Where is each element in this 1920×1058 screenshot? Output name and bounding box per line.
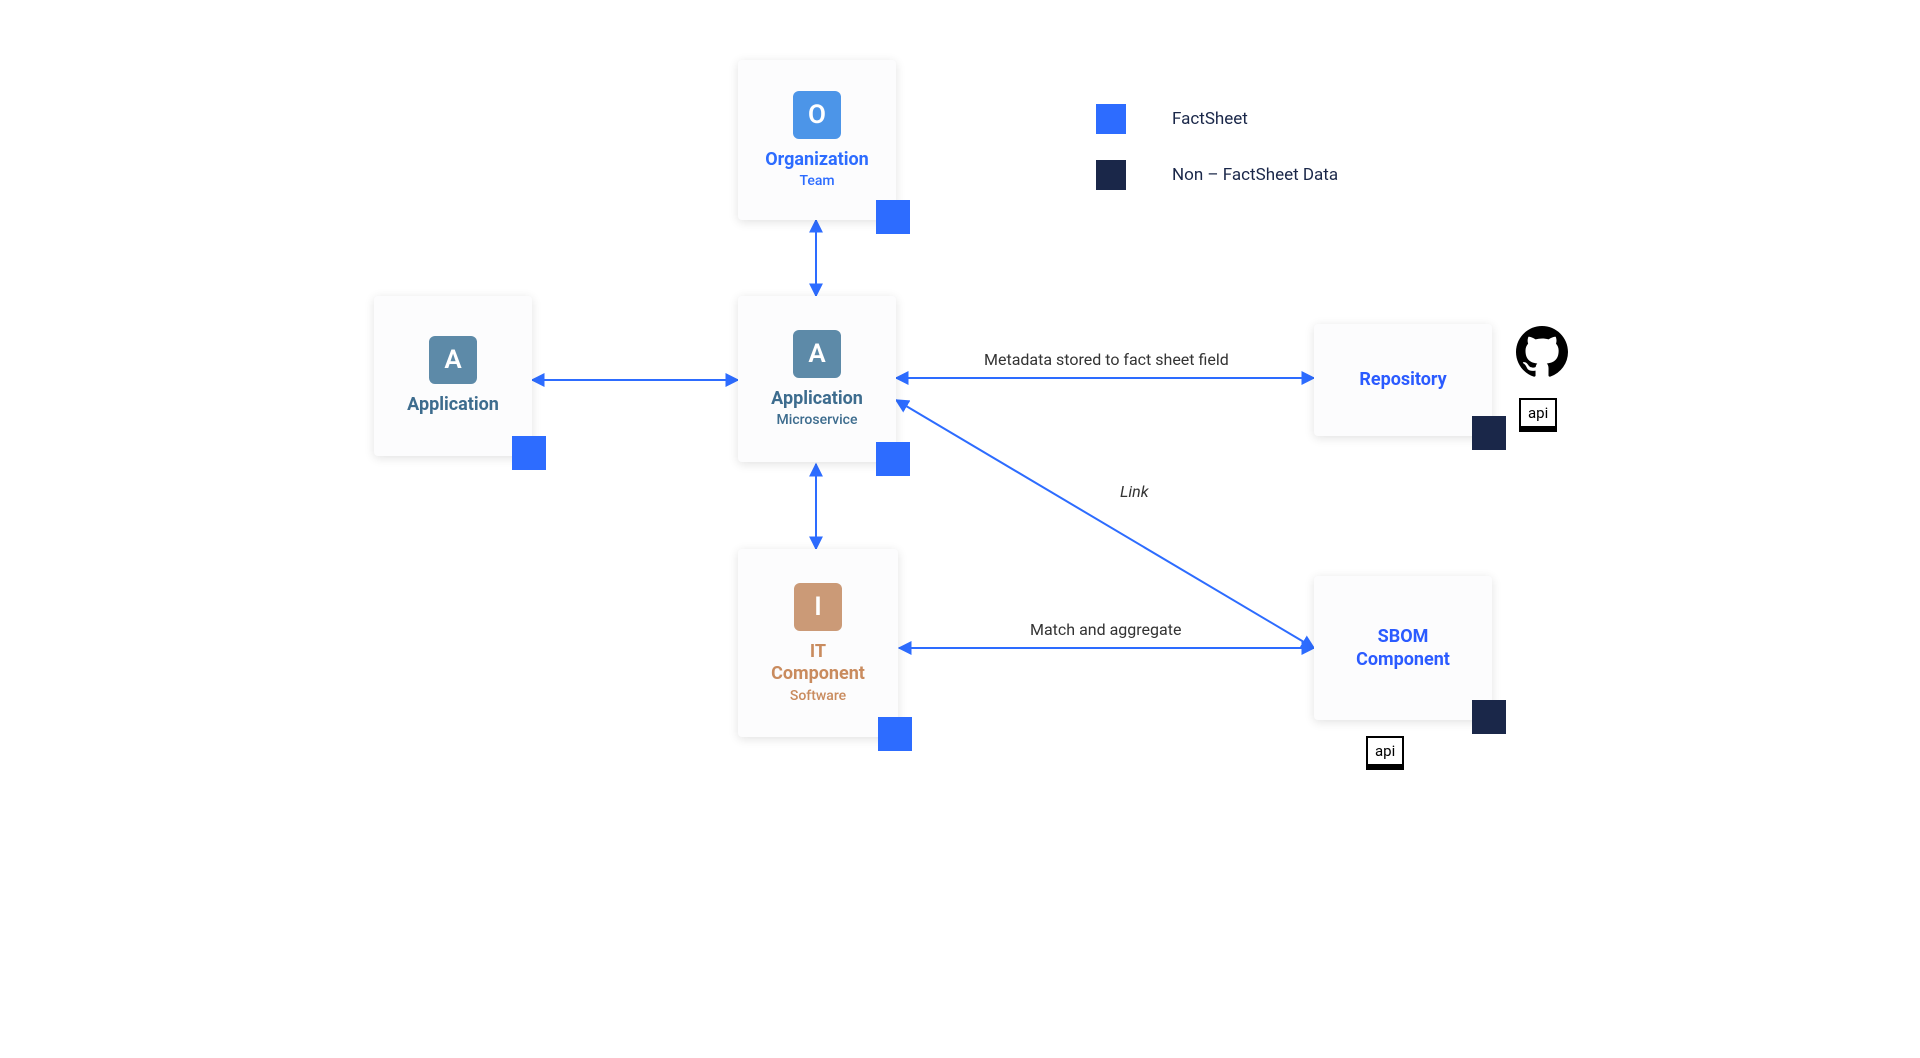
legend-nonfactsheet-swatch (1096, 160, 1126, 190)
node-it-component: I ITComponent Software (738, 549, 898, 737)
architecture-diagram: Metadata stored to fact sheet field Link… (240, 0, 1680, 800)
application-center-type-factsheet (876, 442, 910, 476)
repository-type-nonfactsheet (1472, 416, 1506, 450)
application-center-subtitle: Microservice (777, 412, 858, 428)
api-badge-repository: api (1519, 398, 1557, 432)
github-icon (1516, 326, 1568, 382)
legend: FactSheet Non – FactSheet Data (1096, 104, 1338, 216)
it-component-icon: I (794, 583, 842, 631)
it-component-subtitle: Software (790, 688, 846, 704)
it-component-type-factsheet (878, 717, 912, 751)
organization-title: Organization (765, 149, 869, 172)
sbom-component-type-nonfactsheet (1472, 700, 1506, 734)
application-left-icon: A (429, 336, 477, 384)
node-application-center: A Application Microservice (738, 296, 896, 462)
application-left-type-factsheet (512, 436, 546, 470)
edge-label-match: Match and aggregate (1030, 620, 1181, 639)
legend-nonfactsheet-label: Non – FactSheet Data (1172, 165, 1338, 185)
application-center-icon: A (793, 330, 841, 378)
sbom-component-title: SBOMComponent (1356, 625, 1450, 672)
edge-label-link: Link (1120, 482, 1149, 501)
node-repository: Repository (1314, 324, 1492, 436)
legend-factsheet: FactSheet (1096, 104, 1338, 134)
repository-title: Repository (1359, 369, 1446, 392)
node-organization: O Organization Team (738, 60, 896, 220)
organization-type-factsheet (876, 200, 910, 234)
node-sbom-component: SBOMComponent (1314, 576, 1492, 720)
organization-subtitle: Team (799, 173, 834, 189)
legend-factsheet-swatch (1096, 104, 1126, 134)
application-left-title: Application (407, 394, 499, 417)
node-application-left: A Application (374, 296, 532, 456)
edge-label-metadata: Metadata stored to fact sheet field (984, 350, 1229, 369)
legend-factsheet-label: FactSheet (1172, 109, 1248, 129)
legend-nonfactsheet: Non – FactSheet Data (1096, 160, 1338, 190)
api-badge-sbom: api (1366, 736, 1404, 770)
organization-icon: O (793, 91, 841, 139)
application-center-title: Application (771, 388, 863, 411)
it-component-title: ITComponent (771, 641, 865, 686)
